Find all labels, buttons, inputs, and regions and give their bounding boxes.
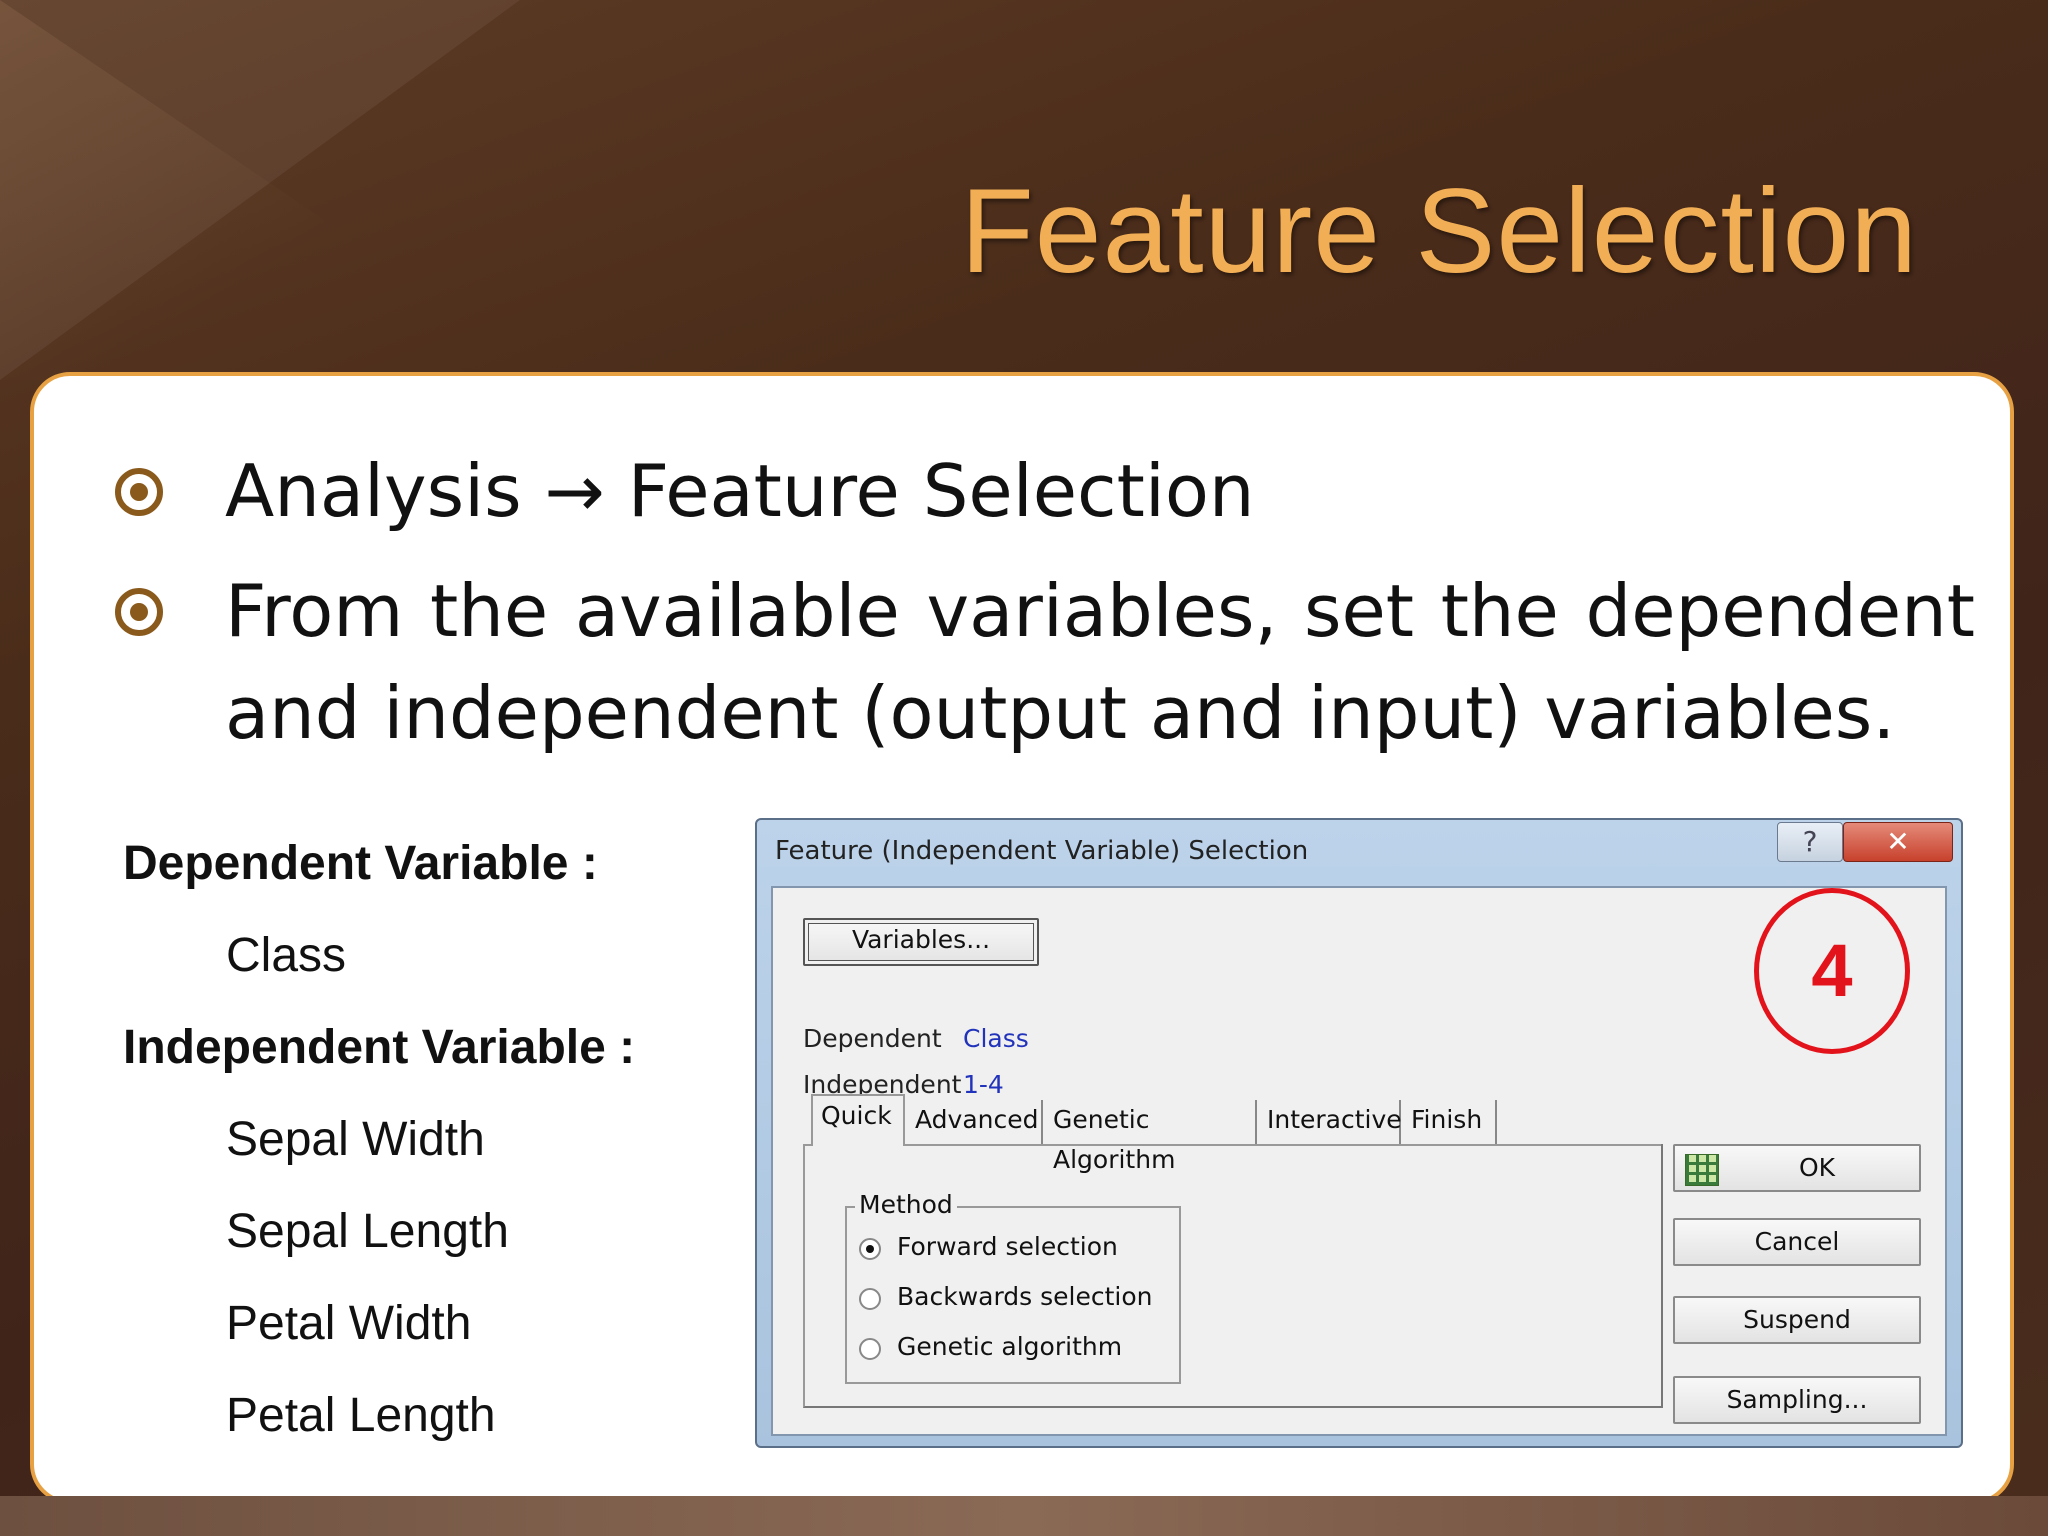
method-legend: Method: [855, 1190, 957, 1219]
tab-advanced[interactable]: Advanced: [907, 1100, 1043, 1144]
dialog-title: Feature (Independent Variable) Selection: [775, 836, 1309, 866]
bullet-text: Analysis → Feature Selection: [225, 449, 1255, 533]
slide-title: Feature Selection: [960, 164, 1918, 298]
dependent-value: Class: [963, 1024, 1029, 1053]
backwards-selection-radio[interactable]: [859, 1288, 881, 1310]
backwards-selection-label[interactable]: Backwards selection: [897, 1282, 1153, 1311]
dependent-variable-item: Class: [226, 929, 347, 982]
close-button[interactable]: ✕: [1843, 822, 1953, 862]
independent-variable-label: Independent Variable :: [123, 1021, 636, 1074]
genetic-algorithm-radio[interactable]: [859, 1338, 881, 1360]
bullet-text-line-1: From the available variables, set the de…: [225, 569, 1975, 653]
forward-selection-radio[interactable]: [859, 1238, 881, 1260]
independent-variable-item: Petal Length: [226, 1389, 496, 1442]
cancel-button[interactable]: Cancel: [1673, 1218, 1921, 1266]
bullet-text-line-2: and independent (output and input) varia…: [225, 671, 1896, 755]
independent-variable-item: Sepal Length: [226, 1205, 509, 1258]
ok-label: OK: [1798, 1153, 1836, 1182]
bottom-band: [0, 1496, 2048, 1536]
genetic-algorithm-label[interactable]: Genetic algorithm: [897, 1332, 1122, 1361]
step-number-badge: 4: [1754, 888, 1910, 1054]
independent-variable-item: Sepal Width: [226, 1113, 485, 1166]
independent-value: 1-4: [963, 1070, 1004, 1099]
bullet-text: From the available variables, set the de…: [225, 560, 1975, 764]
tab-quick[interactable]: Quick: [811, 1094, 905, 1146]
tab-interactive[interactable]: Interactive: [1259, 1100, 1402, 1144]
dependent-key: Dependent: [803, 1024, 942, 1053]
bullet-circle-icon: [115, 588, 163, 636]
tab-genetic-algorithm[interactable]: Genetic Algorithm: [1045, 1100, 1257, 1174]
independent-variable-item: Petal Width: [226, 1297, 472, 1350]
help-button[interactable]: ?: [1777, 822, 1843, 862]
forward-selection-label[interactable]: Forward selection: [897, 1232, 1118, 1261]
sampling-button[interactable]: Sampling...: [1673, 1376, 1921, 1424]
dependent-variable-label: Dependent Variable :: [123, 837, 598, 890]
bullet-circle-icon: [115, 468, 163, 516]
suspend-button[interactable]: Suspend: [1673, 1296, 1921, 1344]
ok-button[interactable]: OK: [1673, 1144, 1921, 1192]
background-triangle-highlight: [0, 0, 520, 380]
variables-button[interactable]: Variables...: [803, 918, 1039, 966]
grid-icon: [1685, 1154, 1719, 1186]
tab-finish[interactable]: Finish: [1403, 1100, 1497, 1144]
